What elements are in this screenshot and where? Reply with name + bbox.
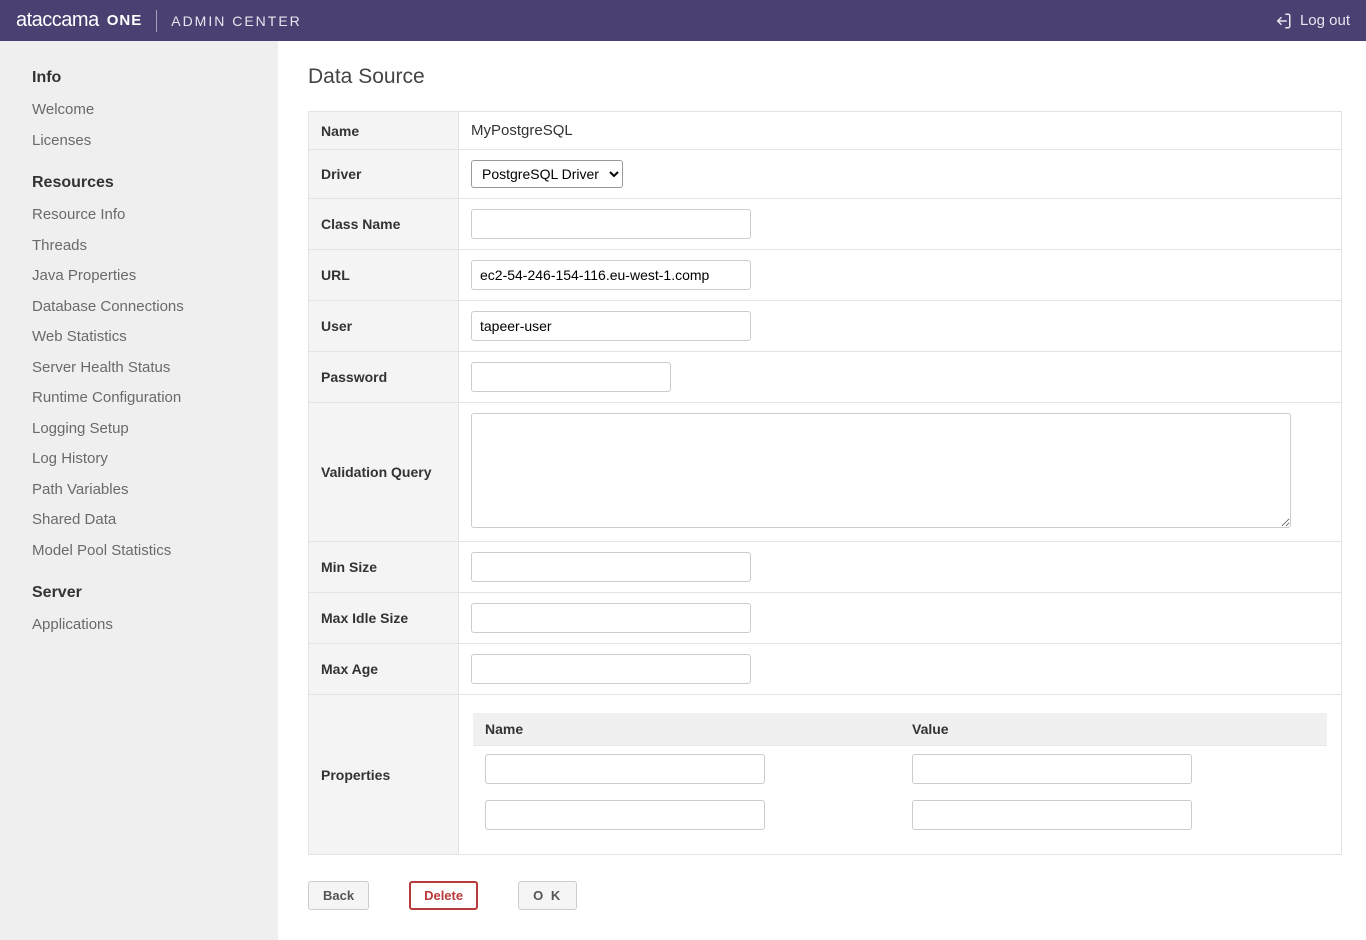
driver-select[interactable]: PostgreSQL Driver (471, 160, 623, 188)
sidebar-item-applications[interactable]: Applications (32, 610, 278, 641)
label-min-size: Min Size (309, 542, 459, 593)
url-input[interactable] (471, 260, 751, 290)
logout-button[interactable]: Log out (1274, 12, 1350, 30)
label-name: Name (309, 112, 459, 150)
admin-center-label: ADMIN CENTER (171, 13, 302, 29)
sidebar-item-log-history[interactable]: Log History (32, 444, 278, 475)
sidebar-item-database-connections[interactable]: Database Connections (32, 292, 278, 323)
label-validation-query: Validation Query (309, 403, 459, 542)
sidebar-heading-resources: Resources (32, 174, 278, 192)
sidebar-item-welcome[interactable]: Welcome (32, 95, 278, 126)
label-user: User (309, 301, 459, 352)
sidebar-item-threads[interactable]: Threads (32, 231, 278, 262)
main-content: Data Source Name MyPostgreSQL Driver Pos… (278, 41, 1366, 940)
max-age-input[interactable] (471, 654, 751, 684)
properties-header-value: Value (900, 713, 1327, 746)
label-max-idle-size: Max Idle Size (309, 593, 459, 644)
max-idle-size-input[interactable] (471, 603, 751, 633)
logout-icon (1274, 12, 1292, 30)
page-title: Data Source (308, 65, 1342, 89)
label-properties: Properties (309, 695, 459, 855)
ok-button[interactable]: O K (518, 881, 577, 910)
sidebar-item-server-health-status[interactable]: Server Health Status (32, 353, 278, 384)
property-name-input[interactable] (485, 754, 765, 784)
user-input[interactable] (471, 311, 751, 341)
data-source-form: Name MyPostgreSQL Driver PostgreSQL Driv… (308, 111, 1342, 855)
sidebar-item-licenses[interactable]: Licenses (32, 126, 278, 157)
password-input[interactable] (471, 362, 671, 392)
brand-one: ONE (107, 12, 143, 29)
brand-divider (156, 10, 157, 32)
sidebar-item-resource-info[interactable]: Resource Info (32, 200, 278, 231)
delete-button[interactable]: Delete (409, 881, 478, 910)
property-value-input[interactable] (912, 754, 1192, 784)
brand: ataccama ONE (16, 9, 142, 32)
sidebar-item-logging-setup[interactable]: Logging Setup (32, 414, 278, 445)
sidebar-item-path-variables[interactable]: Path Variables (32, 475, 278, 506)
label-max-age: Max Age (309, 644, 459, 695)
sidebar-item-java-properties[interactable]: Java Properties (32, 261, 278, 292)
logout-label: Log out (1300, 12, 1350, 29)
brand-main: ataccama (16, 9, 99, 32)
properties-header-name: Name (473, 713, 900, 746)
min-size-input[interactable] (471, 552, 751, 582)
value-name: MyPostgreSQL (471, 122, 573, 139)
sidebar-item-runtime-configuration[interactable]: Runtime Configuration (32, 383, 278, 414)
property-name-input[interactable] (485, 800, 765, 830)
sidebar-heading-info: Info (32, 69, 278, 87)
class-name-input[interactable] (471, 209, 751, 239)
properties-table: Name Value (473, 713, 1327, 838)
back-button[interactable]: Back (308, 881, 369, 910)
sidebar-item-shared-data[interactable]: Shared Data (32, 505, 278, 536)
table-row (473, 792, 1327, 838)
validation-query-textarea[interactable] (471, 413, 1291, 528)
sidebar-item-model-pool-statistics[interactable]: Model Pool Statistics (32, 536, 278, 567)
label-class-name: Class Name (309, 199, 459, 250)
button-row: Back Delete O K (308, 881, 1342, 910)
top-bar: ataccama ONE ADMIN CENTER Log out (0, 0, 1366, 41)
sidebar-item-web-statistics[interactable]: Web Statistics (32, 322, 278, 353)
property-value-input[interactable] (912, 800, 1192, 830)
label-url: URL (309, 250, 459, 301)
table-row (473, 746, 1327, 793)
label-driver: Driver (309, 150, 459, 199)
sidebar-heading-server: Server (32, 584, 278, 602)
sidebar: Info Welcome Licenses Resources Resource… (0, 41, 278, 940)
label-password: Password (309, 352, 459, 403)
